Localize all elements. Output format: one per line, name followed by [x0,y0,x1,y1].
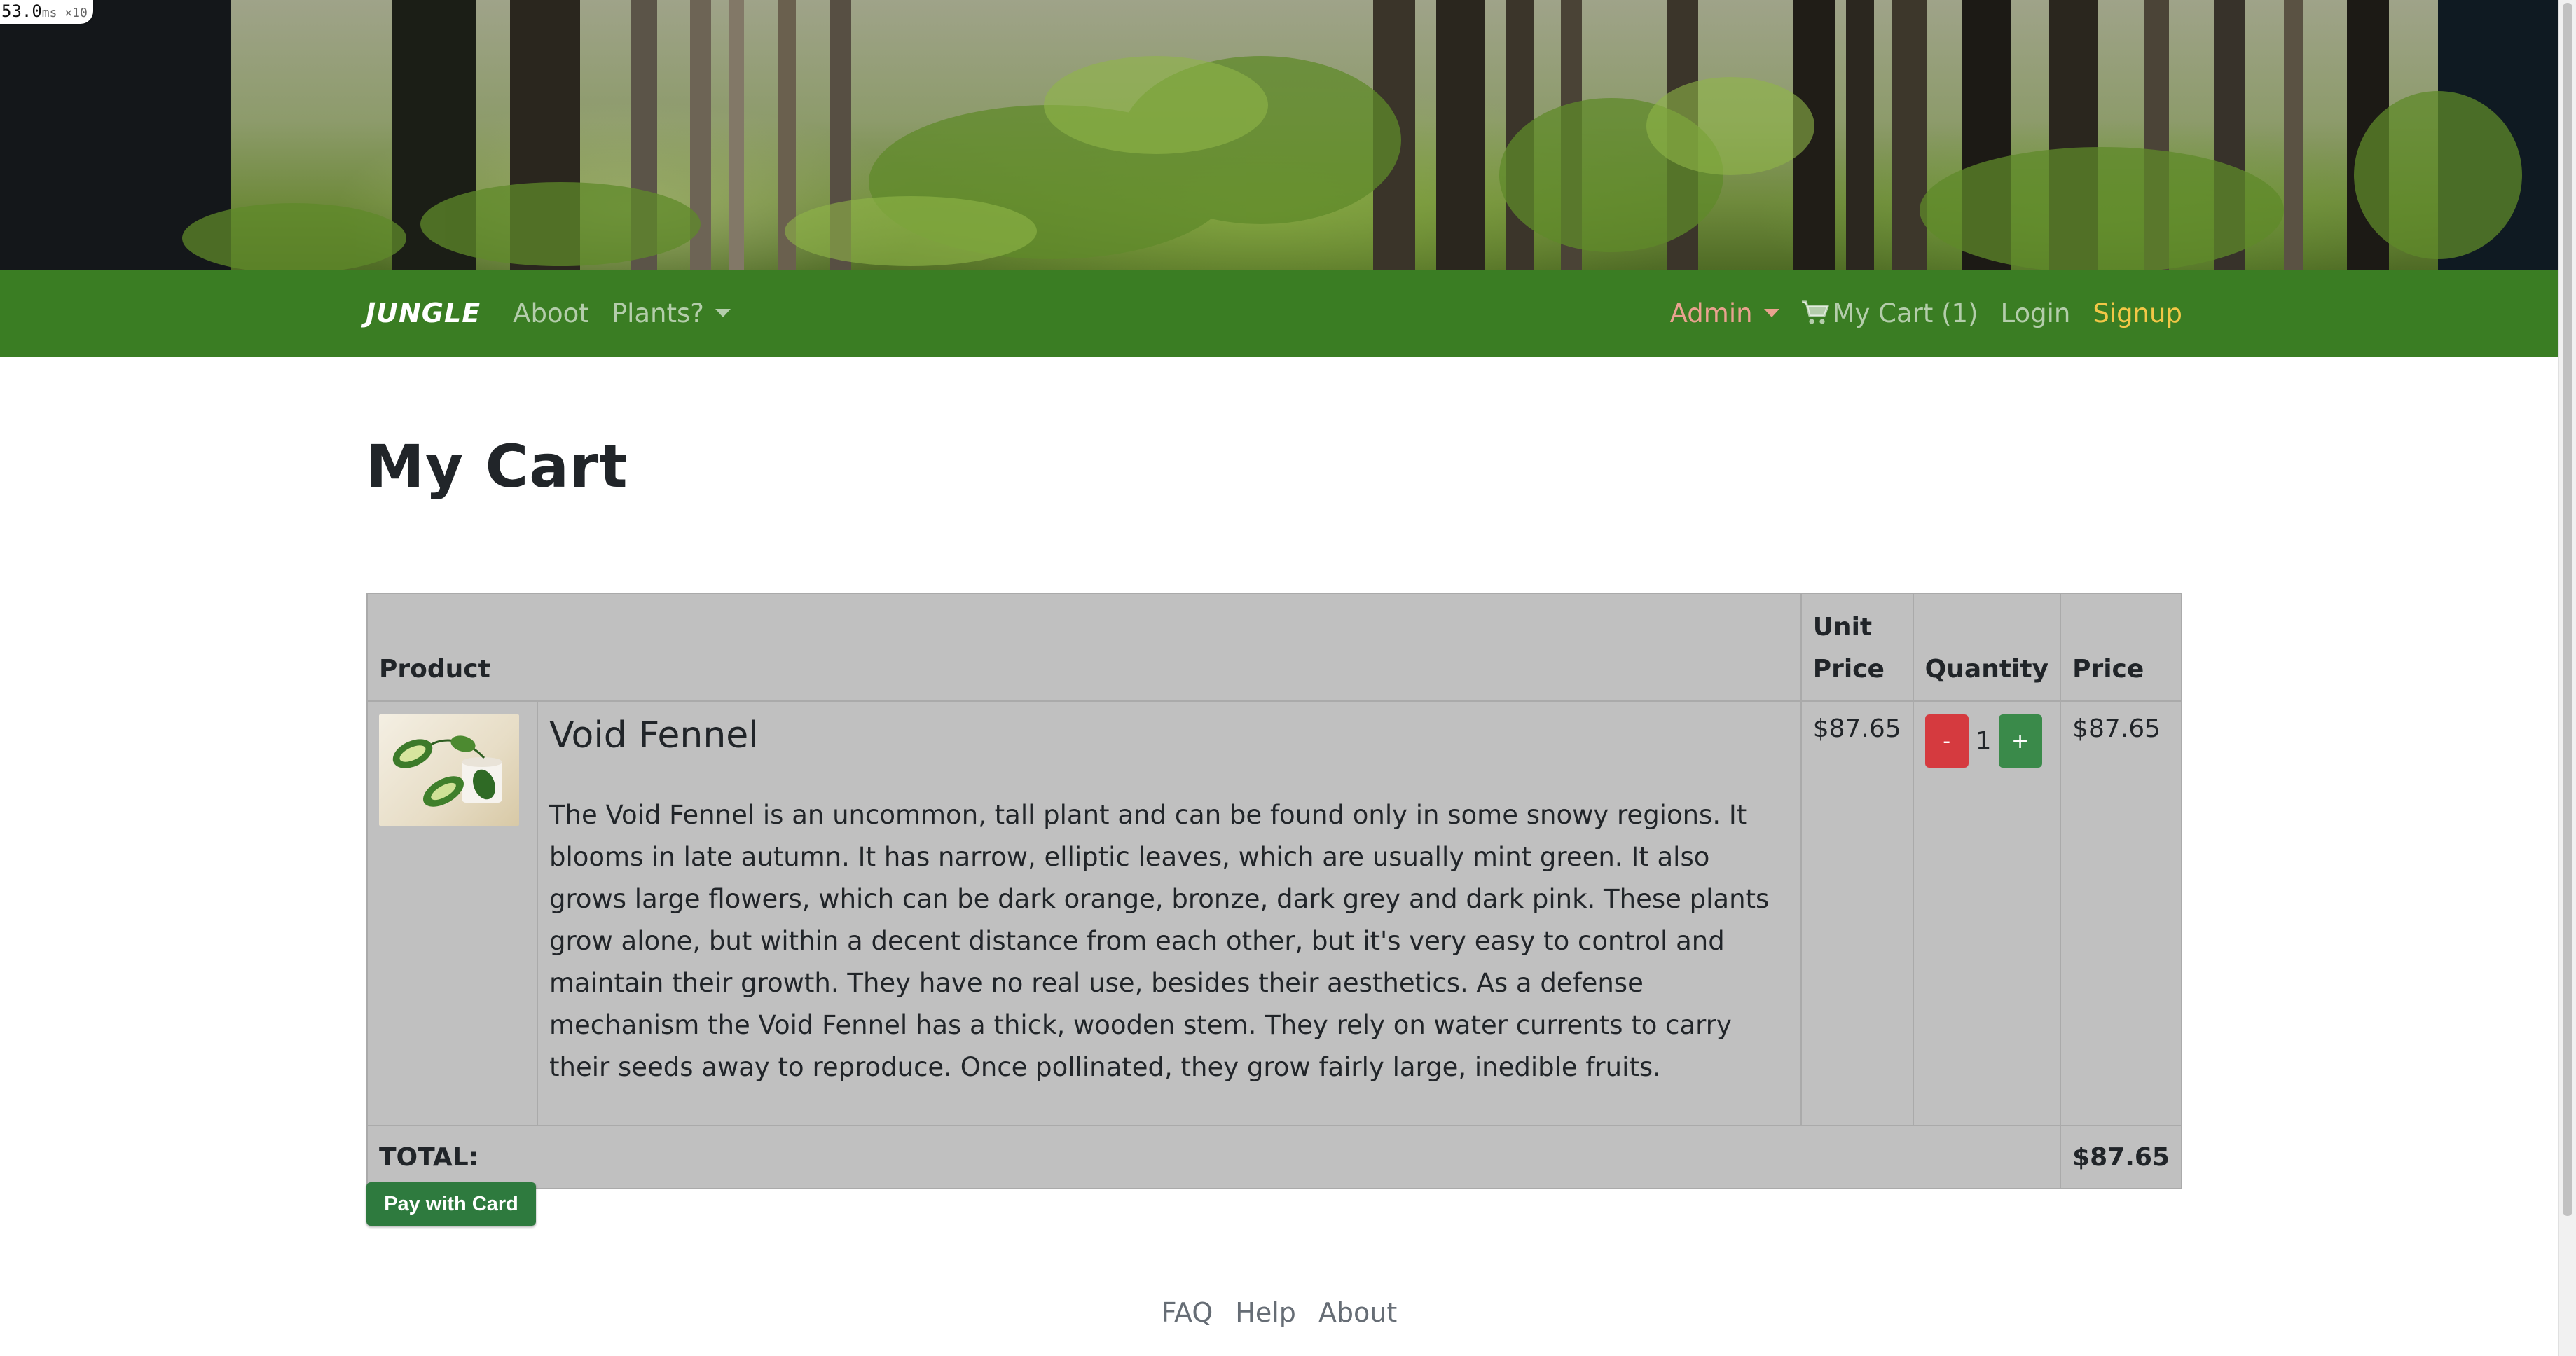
brand-logo[interactable]: JUNGLE [366,298,481,328]
product-description: The Void Fennel is an uncommon, tall pla… [549,800,1770,1082]
decrease-quantity-button[interactable]: - [1924,714,1969,768]
page-title: My Cart [366,432,628,501]
forest-trees-illustration [0,0,2558,270]
product-image-cell [366,700,538,1126]
product-details-cell: Void Fennel The Void Fennel is an uncomm… [536,700,1802,1126]
hero-forest-banner [0,0,2558,270]
total-value: $87.65 [2060,1125,2182,1189]
footer-link-help[interactable]: Help [1235,1297,1296,1328]
increase-quantity-button[interactable]: + [1998,714,2042,768]
column-header-product: Product [366,593,1802,702]
product-name[interactable]: Void Fennel [549,714,1789,756]
chevron-down-icon [1763,309,1779,317]
total-row: TOTAL: $87.65 [366,1125,2182,1189]
footer-link-faq[interactable]: FAQ [1162,1297,1213,1328]
quantity-value: 1 [1975,726,1992,756]
cart-table: Product Unit Price Quantity Price Void F… [366,593,2182,1189]
nav-link-my-cart[interactable]: My Cart (1) [1801,298,1978,328]
nav-dropdown-plants[interactable]: Plants? [612,298,731,328]
plant-image [392,735,502,807]
quantity-stepper: - 1 + [1924,714,2048,768]
nav-link-signup[interactable]: Signup [2093,298,2182,328]
nav-link-about[interactable]: Aboot [513,298,589,328]
vertical-scrollbar[interactable] [2558,0,2576,1356]
nav-dropdown-plants-label: Plants? [611,298,704,328]
page-footer: FAQ Help About [0,1297,2558,1328]
nav-link-my-cart-label: My Cart (1) [1832,298,1978,328]
nav-dropdown-admin[interactable]: Admin [1670,298,1779,328]
navbar-container: JUNGLE Aboot Plants? Admin My Cart (1) L… [366,270,2182,357]
perf-value: 53.0 [1,1,42,21]
performance-badge: 53.0ms ×10 [0,0,93,24]
column-header-unit-price: Unit Price [1800,593,1914,702]
table-row: Void Fennel The Void Fennel is an uncomm… [366,700,2182,1126]
column-header-quantity: Quantity [1912,593,2062,702]
unit-price-cell: $87.65 [1800,700,1914,1126]
cart-icon [1801,300,1829,324]
nav-link-login[interactable]: Login [2001,298,2071,328]
cart-table-header-row: Product Unit Price Quantity Price [366,593,2182,702]
line-price-cell: $87.65 [2060,700,2182,1126]
main-navbar: JUNGLE Aboot Plants? Admin My Cart (1) L… [0,270,2558,357]
total-label: TOTAL: [366,1125,2062,1189]
perf-unit: ms ×10 [41,6,88,20]
chevron-down-icon [715,309,731,317]
nav-dropdown-admin-label: Admin [1669,298,1753,328]
footer-link-about[interactable]: About [1318,1297,1397,1328]
navbar-right: Admin My Cart (1) Login Signup [1648,298,2182,328]
column-header-price: Price [2060,593,2182,702]
scrollbar-thumb[interactable] [2563,3,2572,1216]
pay-with-card-button[interactable]: Pay with Card [366,1182,536,1226]
product-thumbnail[interactable] [379,714,519,826]
quantity-cell: - 1 + [1912,700,2062,1126]
